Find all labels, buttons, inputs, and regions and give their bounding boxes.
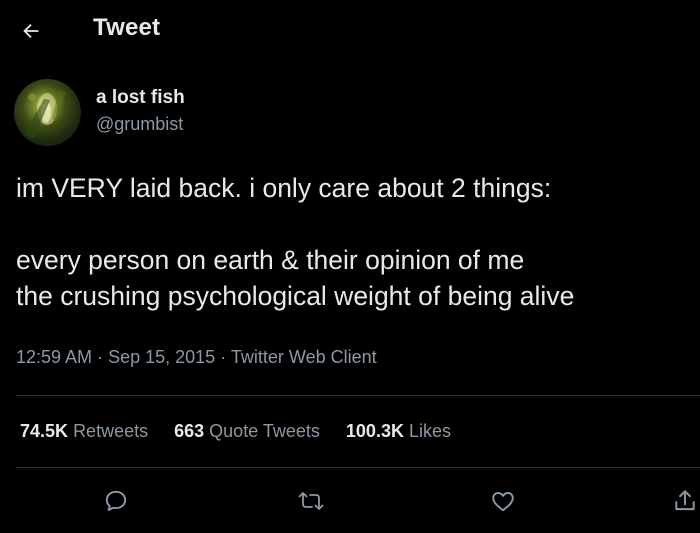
arrow-left-icon [23, 23, 39, 39]
avatar[interactable] [14, 79, 81, 146]
retweets-stat[interactable]: 74.5K Retweets [20, 421, 148, 442]
quote-tweets-count: 663 [174, 421, 205, 441]
author-name[interactable]: a lost fish [96, 87, 185, 109]
tweet-line: every person on earth & their opinion of… [16, 245, 525, 275]
quote-tweets-stat[interactable]: 663 Quote Tweets [174, 421, 320, 442]
tweet-line: im VERY laid back. i only care about 2 t… [16, 173, 552, 203]
share-icon [675, 490, 695, 511]
quote-tweets-label: Quote Tweets [209, 421, 320, 441]
tweet-line: the crushing psychological weight of bei… [16, 281, 575, 311]
tweet-metadata: 12:59 AM · Sep 15, 2015 · Twitter Web Cl… [16, 347, 377, 368]
retweets-count: 74.5K [20, 421, 69, 441]
likes-label: Likes [408, 421, 451, 441]
author-handle[interactable]: @grumbist [96, 114, 183, 135]
tweet-time[interactable]: 12:59 AM [16, 347, 92, 367]
divider [16, 395, 700, 396]
like-icon [492, 492, 514, 512]
retweet-icon [298, 492, 324, 510]
reply-button[interactable] [101, 486, 131, 516]
meta-separator: · [220, 347, 227, 367]
likes-stat[interactable]: 100.3K Likes [346, 421, 451, 442]
meta-separator: · [97, 347, 104, 367]
back-button[interactable] [14, 14, 48, 48]
likes-count: 100.3K [345, 421, 404, 441]
retweets-label: Retweets [73, 421, 149, 441]
divider [16, 467, 700, 468]
like-button[interactable] [488, 486, 518, 516]
tweet-client[interactable]: Twitter Web Client [231, 347, 377, 367]
avatar-image [24, 89, 66, 139]
top-bar: Tweet [0, 0, 700, 58]
tweet-text: im VERY laid back. i only care about 2 t… [16, 170, 692, 314]
retweet-button[interactable] [296, 486, 326, 516]
reply-icon [105, 490, 127, 511]
share-button[interactable] [672, 486, 700, 516]
page-title: Tweet [93, 14, 161, 41]
engagement-stats: 74.5K Retweets 663 Quote Tweets 100.3K L… [20, 421, 477, 442]
tweet-date[interactable]: Sep 15, 2015 [108, 347, 215, 367]
